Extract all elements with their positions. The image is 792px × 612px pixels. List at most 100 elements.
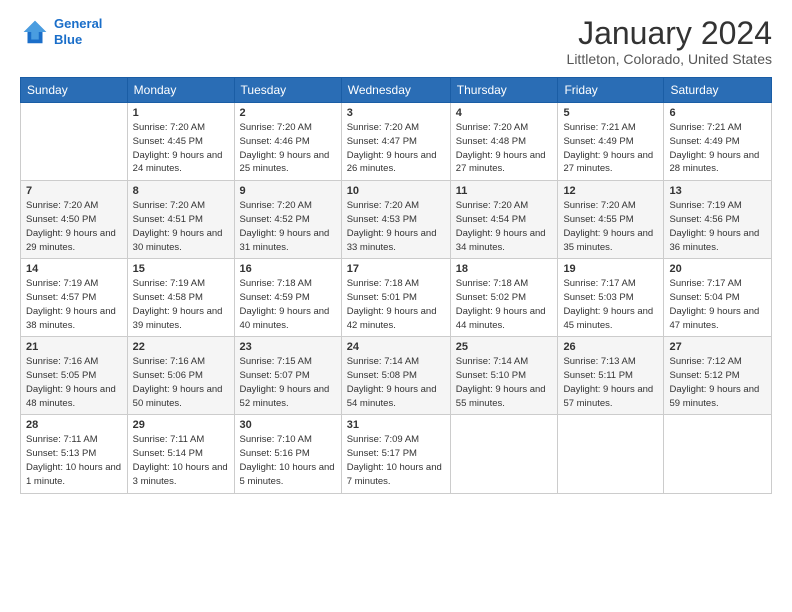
day-info: Sunrise: 7:11 AMSunset: 5:14 PMDaylight:… [133,433,229,488]
day-info: Sunrise: 7:18 AMSunset: 5:02 PMDaylight:… [456,277,553,332]
table-row: 18 Sunrise: 7:18 AMSunset: 5:02 PMDaylig… [450,259,558,337]
day-number: 29 [133,419,229,431]
day-info: Sunrise: 7:20 AMSunset: 4:52 PMDaylight:… [240,199,336,254]
col-wednesday: Wednesday [341,78,450,103]
day-info: Sunrise: 7:20 AMSunset: 4:55 PMDaylight:… [563,199,658,254]
day-number: 25 [456,341,553,353]
table-row: 31 Sunrise: 7:09 AMSunset: 5:17 PMDaylig… [341,415,450,493]
day-number: 19 [563,263,658,275]
day-number: 5 [563,107,658,119]
table-row: 6 Sunrise: 7:21 AMSunset: 4:49 PMDayligh… [664,103,772,181]
day-number: 2 [240,107,336,119]
day-number: 22 [133,341,229,353]
table-row: 11 Sunrise: 7:20 AMSunset: 4:54 PMDaylig… [450,181,558,259]
logo-line1: General [54,16,102,31]
page: General Blue January 2024 Littleton, Col… [0,0,792,612]
day-number: 30 [240,419,336,431]
day-number: 7 [26,185,122,197]
day-info: Sunrise: 7:21 AMSunset: 4:49 PMDaylight:… [669,121,766,176]
table-row: 16 Sunrise: 7:18 AMSunset: 4:59 PMDaylig… [234,259,341,337]
week-row-1: 7 Sunrise: 7:20 AMSunset: 4:50 PMDayligh… [21,181,772,259]
day-info: Sunrise: 7:20 AMSunset: 4:54 PMDaylight:… [456,199,553,254]
day-info: Sunrise: 7:20 AMSunset: 4:46 PMDaylight:… [240,121,336,176]
day-number: 23 [240,341,336,353]
day-number: 16 [240,263,336,275]
logo: General Blue [20,16,102,47]
day-info: Sunrise: 7:20 AMSunset: 4:53 PMDaylight:… [347,199,445,254]
day-info: Sunrise: 7:10 AMSunset: 5:16 PMDaylight:… [240,433,336,488]
table-row: 7 Sunrise: 7:20 AMSunset: 4:50 PMDayligh… [21,181,128,259]
day-number: 20 [669,263,766,275]
table-row: 14 Sunrise: 7:19 AMSunset: 4:57 PMDaylig… [21,259,128,337]
table-row: 1 Sunrise: 7:20 AMSunset: 4:45 PMDayligh… [127,103,234,181]
day-number: 18 [456,263,553,275]
day-info: Sunrise: 7:19 AMSunset: 4:57 PMDaylight:… [26,277,122,332]
subtitle: Littleton, Colorado, United States [567,51,772,67]
table-row: 29 Sunrise: 7:11 AMSunset: 5:14 PMDaylig… [127,415,234,493]
table-row: 23 Sunrise: 7:15 AMSunset: 5:07 PMDaylig… [234,337,341,415]
logo-line2: Blue [54,32,82,47]
table-row: 3 Sunrise: 7:20 AMSunset: 4:47 PMDayligh… [341,103,450,181]
table-row: 12 Sunrise: 7:20 AMSunset: 4:55 PMDaylig… [558,181,664,259]
day-info: Sunrise: 7:20 AMSunset: 4:50 PMDaylight:… [26,199,122,254]
day-number: 21 [26,341,122,353]
col-thursday: Thursday [450,78,558,103]
day-number: 4 [456,107,553,119]
day-number: 31 [347,419,445,431]
day-info: Sunrise: 7:17 AMSunset: 5:04 PMDaylight:… [669,277,766,332]
table-row: 24 Sunrise: 7:14 AMSunset: 5:08 PMDaylig… [341,337,450,415]
day-info: Sunrise: 7:18 AMSunset: 4:59 PMDaylight:… [240,277,336,332]
day-info: Sunrise: 7:19 AMSunset: 4:56 PMDaylight:… [669,199,766,254]
day-info: Sunrise: 7:14 AMSunset: 5:10 PMDaylight:… [456,355,553,410]
day-info: Sunrise: 7:20 AMSunset: 4:47 PMDaylight:… [347,121,445,176]
day-info: Sunrise: 7:14 AMSunset: 5:08 PMDaylight:… [347,355,445,410]
logo-text: General Blue [54,16,102,47]
day-number: 10 [347,185,445,197]
table-row: 21 Sunrise: 7:16 AMSunset: 5:05 PMDaylig… [21,337,128,415]
day-info: Sunrise: 7:19 AMSunset: 4:58 PMDaylight:… [133,277,229,332]
day-info: Sunrise: 7:16 AMSunset: 5:05 PMDaylight:… [26,355,122,410]
day-number: 15 [133,263,229,275]
week-row-0: 1 Sunrise: 7:20 AMSunset: 4:45 PMDayligh… [21,103,772,181]
day-number: 3 [347,107,445,119]
day-number: 17 [347,263,445,275]
table-row: 4 Sunrise: 7:20 AMSunset: 4:48 PMDayligh… [450,103,558,181]
table-row: 17 Sunrise: 7:18 AMSunset: 5:01 PMDaylig… [341,259,450,337]
day-number: 24 [347,341,445,353]
table-row [450,415,558,493]
logo-icon [20,17,50,47]
table-row: 2 Sunrise: 7:20 AMSunset: 4:46 PMDayligh… [234,103,341,181]
table-row: 25 Sunrise: 7:14 AMSunset: 5:10 PMDaylig… [450,337,558,415]
day-number: 9 [240,185,336,197]
table-row: 22 Sunrise: 7:16 AMSunset: 5:06 PMDaylig… [127,337,234,415]
col-friday: Friday [558,78,664,103]
day-info: Sunrise: 7:16 AMSunset: 5:06 PMDaylight:… [133,355,229,410]
day-number: 12 [563,185,658,197]
table-row: 30 Sunrise: 7:10 AMSunset: 5:16 PMDaylig… [234,415,341,493]
day-info: Sunrise: 7:15 AMSunset: 5:07 PMDaylight:… [240,355,336,410]
day-number: 26 [563,341,658,353]
table-row: 20 Sunrise: 7:17 AMSunset: 5:04 PMDaylig… [664,259,772,337]
week-row-2: 14 Sunrise: 7:19 AMSunset: 4:57 PMDaylig… [21,259,772,337]
day-number: 1 [133,107,229,119]
day-info: Sunrise: 7:21 AMSunset: 4:49 PMDaylight:… [563,121,658,176]
day-number: 27 [669,341,766,353]
col-monday: Monday [127,78,234,103]
table-row [21,103,128,181]
day-info: Sunrise: 7:20 AMSunset: 4:48 PMDaylight:… [456,121,553,176]
table-row: 15 Sunrise: 7:19 AMSunset: 4:58 PMDaylig… [127,259,234,337]
header: General Blue January 2024 Littleton, Col… [20,16,772,67]
calendar-table: Sunday Monday Tuesday Wednesday Thursday… [20,77,772,493]
day-number: 11 [456,185,553,197]
day-number: 6 [669,107,766,119]
title-area: January 2024 Littleton, Colorado, United… [567,16,772,67]
table-row: 27 Sunrise: 7:12 AMSunset: 5:12 PMDaylig… [664,337,772,415]
week-row-3: 21 Sunrise: 7:16 AMSunset: 5:05 PMDaylig… [21,337,772,415]
col-sunday: Sunday [21,78,128,103]
table-row: 13 Sunrise: 7:19 AMSunset: 4:56 PMDaylig… [664,181,772,259]
day-info: Sunrise: 7:18 AMSunset: 5:01 PMDaylight:… [347,277,445,332]
week-row-4: 28 Sunrise: 7:11 AMSunset: 5:13 PMDaylig… [21,415,772,493]
table-row: 10 Sunrise: 7:20 AMSunset: 4:53 PMDaylig… [341,181,450,259]
day-info: Sunrise: 7:11 AMSunset: 5:13 PMDaylight:… [26,433,122,488]
day-number: 28 [26,419,122,431]
